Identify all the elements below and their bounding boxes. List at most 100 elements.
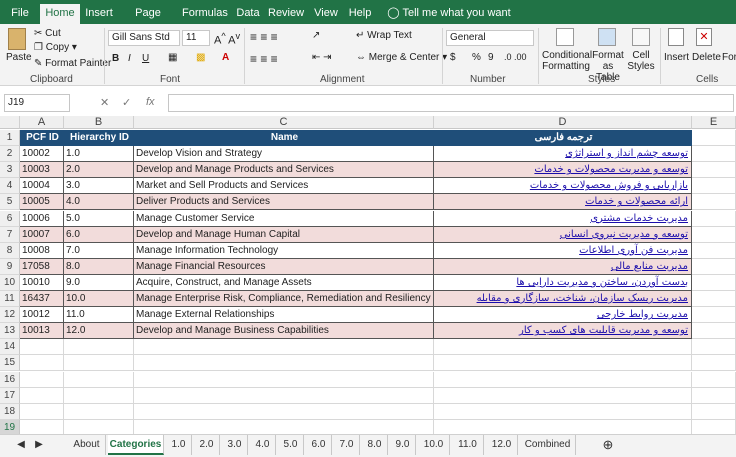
cell-c14[interactable] (134, 339, 434, 356)
cell-c2[interactable]: Develop Vision and Strategy (134, 146, 434, 163)
cell-d15[interactable] (434, 355, 692, 372)
font-size-select[interactable]: 11 (182, 30, 210, 46)
sheet-tab[interactable]: Combined (520, 435, 576, 455)
orientation-icon[interactable]: ↗ (312, 30, 320, 41)
cell-d19[interactable] (434, 419, 692, 434)
cell-c8[interactable]: Manage Information Technology (134, 242, 434, 259)
sheet-tab[interactable]: 11.0 (452, 435, 484, 455)
decimal-icons[interactable]: .0 .00 (504, 52, 527, 62)
align-left-icon[interactable]: ≡ ≡ ≡ (250, 52, 278, 66)
copy-button[interactable]: ❐ Copy ▾ (34, 42, 77, 53)
scroll-left-icon[interactable]: ◀ (14, 435, 28, 455)
cut-button[interactable]: ✂ Cut (34, 28, 61, 39)
cell-b18[interactable] (64, 403, 134, 420)
tab-insert[interactable]: Insert (84, 4, 114, 24)
cell-a13[interactable]: 10013 (20, 323, 64, 340)
cell-e18[interactable] (692, 403, 736, 420)
cell-e2[interactable] (692, 146, 736, 163)
cell-b2[interactable]: 1.0 (64, 146, 134, 163)
row-header[interactable]: 5 (0, 194, 20, 211)
cell-e19[interactable] (692, 419, 736, 434)
sheet-tab[interactable]: 2.0 (194, 435, 220, 455)
cell-b19[interactable] (64, 419, 134, 434)
cell-a8[interactable]: 10008 (20, 242, 64, 259)
scroll-right-icon[interactable]: ▶ (32, 435, 46, 455)
cell-d14[interactable] (434, 339, 692, 356)
format-cells-button[interactable]: Form (722, 52, 736, 63)
italic-button[interactable]: I (128, 53, 131, 64)
cell-b1[interactable]: Hierarchy ID (64, 130, 134, 147)
cell-d7[interactable]: توسعه و مدیریت نیروی انسانی (434, 226, 692, 243)
cell-e17[interactable] (692, 387, 736, 404)
bold-button[interactable]: B (112, 53, 119, 64)
comma-button[interactable]: 9 (488, 52, 494, 63)
cell-d13[interactable]: توسعه و مدیریت قابلیت های کسب و کار (434, 323, 692, 340)
formula-input[interactable] (168, 94, 734, 112)
cell-e15[interactable] (692, 355, 736, 372)
cell-b16[interactable] (64, 371, 134, 388)
cell-e5[interactable] (692, 194, 736, 211)
cell-b11[interactable]: 10.0 (64, 291, 134, 308)
sheet-tab[interactable]: 12.0 (486, 435, 518, 455)
row-header[interactable]: 11 (0, 291, 20, 308)
cell-a4[interactable]: 10004 (20, 178, 64, 195)
cell-a17[interactable] (20, 387, 64, 404)
row-header[interactable]: 13 (0, 323, 20, 340)
cell-c18[interactable] (134, 403, 434, 420)
column-header-c[interactable]: C (134, 116, 434, 129)
cell-c15[interactable] (134, 355, 434, 372)
column-header-a[interactable]: A (20, 116, 64, 129)
cell-b4[interactable]: 3.0 (64, 178, 134, 195)
delete-cells-button[interactable]: Delete (692, 52, 721, 63)
cell-c11[interactable]: Manage Enterprise Risk, Compliance, Reme… (134, 291, 434, 308)
column-header-d[interactable]: D (434, 116, 692, 129)
row-header[interactable]: 8 (0, 242, 20, 259)
row-header[interactable]: 2 (0, 146, 20, 163)
sheet-tab[interactable]: 3.0 (222, 435, 248, 455)
cell-e3[interactable] (692, 162, 736, 179)
cell-a14[interactable] (20, 339, 64, 356)
row-header[interactable]: 4 (0, 178, 20, 195)
cell-b15[interactable] (64, 355, 134, 372)
cell-b10[interactable]: 9.0 (64, 274, 134, 291)
cell-d9[interactable]: مدیریت منابع مالی (434, 258, 692, 275)
cell-d12[interactable]: مدیریت روابط خارجی (434, 307, 692, 324)
tab-file[interactable]: File (6, 4, 34, 24)
cell-d1[interactable]: ترجمه فارسی (434, 130, 692, 147)
add-sheet-icon[interactable]: ⊕ (600, 435, 616, 455)
percent-button[interactable]: % (472, 52, 481, 63)
cell-c4[interactable]: Market and Sell Products and Services (134, 178, 434, 195)
cell-a2[interactable]: 10002 (20, 146, 64, 163)
cell-b17[interactable] (64, 387, 134, 404)
cell-b12[interactable]: 11.0 (64, 307, 134, 324)
grow-font-button[interactable]: A^ Av (214, 31, 240, 47)
row-header[interactable]: 3 (0, 162, 20, 179)
cell-c17[interactable] (134, 387, 434, 404)
cell-c9[interactable]: Manage Financial Resources (134, 258, 434, 275)
cell-b14[interactable] (64, 339, 134, 356)
sheet-tab[interactable]: 10.0 (418, 435, 450, 455)
cell-e16[interactable] (692, 371, 736, 388)
sheet-tab[interactable]: 1.0 (166, 435, 192, 455)
sheet-tab[interactable]: About (68, 435, 106, 455)
format-painter-button[interactable]: ✎ Format Painter (34, 58, 111, 69)
cell-c13[interactable]: Develop and Manage Business Capabilities (134, 323, 434, 340)
conditional-formatting-button[interactable]: Conditional Formatting (542, 50, 592, 72)
row-header[interactable]: 1 (0, 130, 20, 147)
column-header-b[interactable]: B (64, 116, 134, 129)
cell-e12[interactable] (692, 307, 736, 324)
cell-a11[interactable]: 16437 (20, 291, 64, 308)
cell-c10[interactable]: Acquire, Construct, and Manage Assets (134, 274, 434, 291)
cancel-icon[interactable]: ✕ (100, 96, 109, 109)
cell-e11[interactable] (692, 291, 736, 308)
row-header[interactable]: 18 (0, 403, 20, 420)
align-top-icon[interactable]: ≡ ≡ ≡ (250, 30, 278, 44)
tab-home[interactable]: Home (40, 4, 80, 24)
cell-c16[interactable] (134, 371, 434, 388)
cell-e14[interactable] (692, 339, 736, 356)
tab-formulas[interactable]: Formulas (182, 4, 228, 24)
cell-d2[interactable]: توسعه چشم انداز و استراتژی (434, 146, 692, 163)
row-header[interactable]: 7 (0, 226, 20, 243)
cell-a9[interactable]: 17058 (20, 258, 64, 275)
tab-help[interactable]: Help (346, 4, 374, 24)
